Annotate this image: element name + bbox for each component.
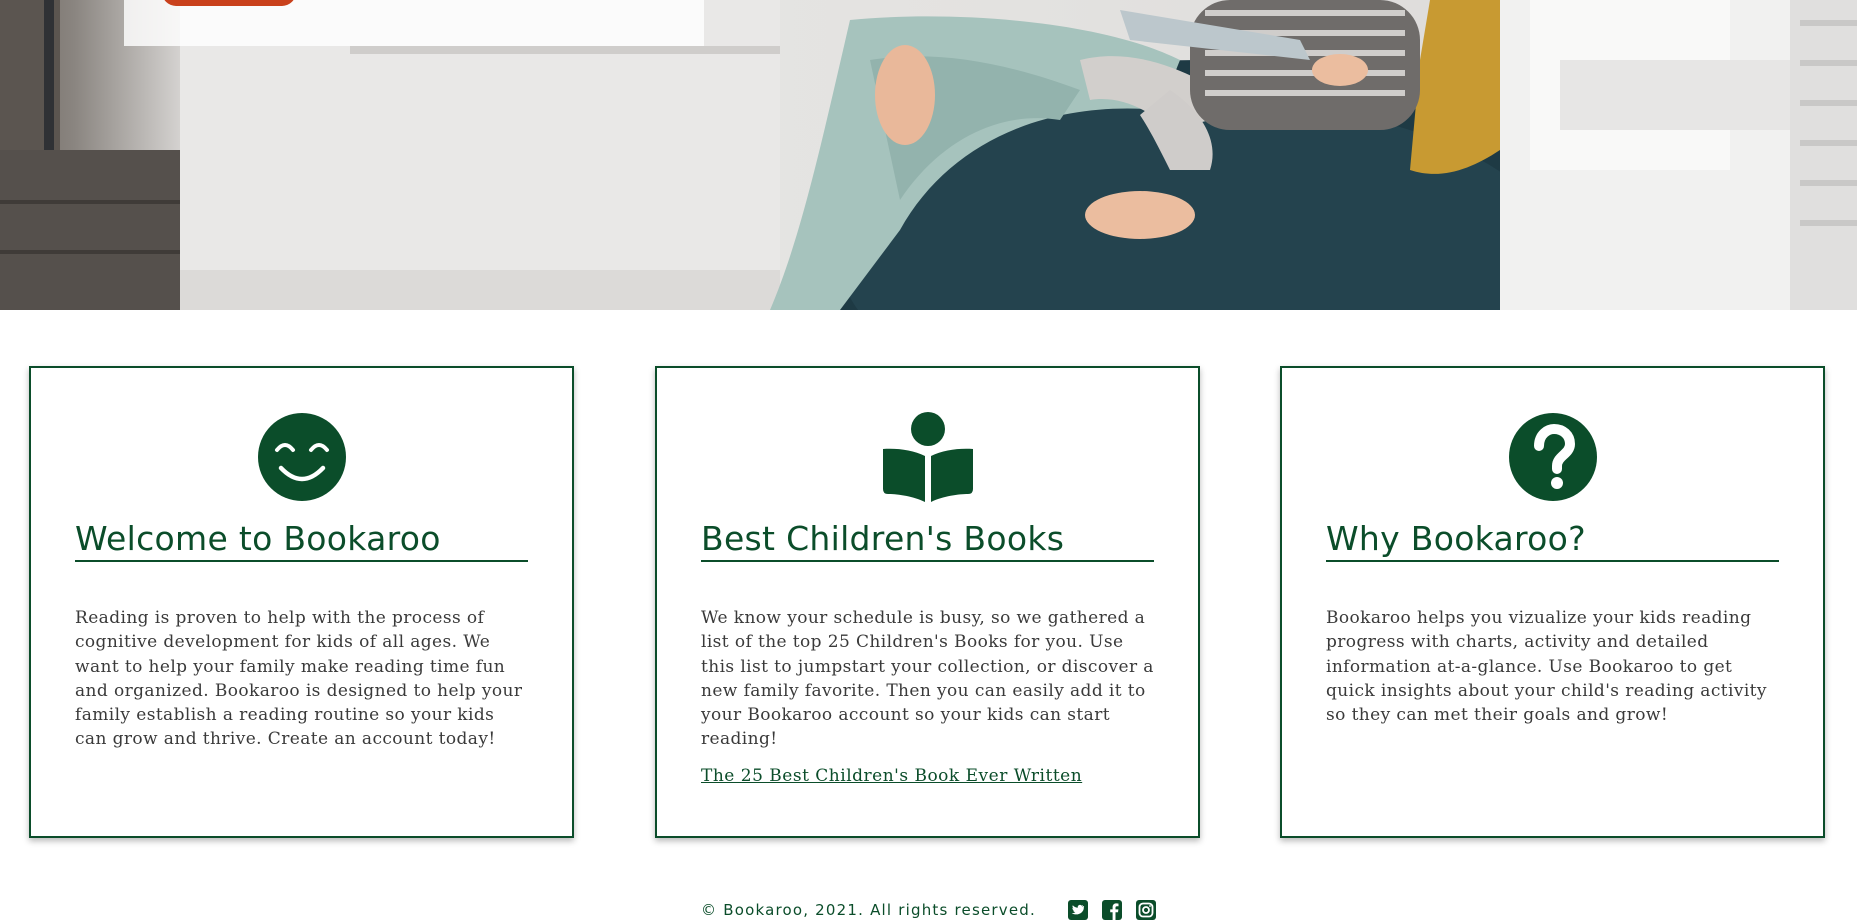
card-title: Why Bookaroo?: [1326, 520, 1779, 562]
card-title: Welcome to Bookaroo: [75, 520, 528, 562]
question-circle-icon: [1508, 413, 1597, 501]
copyright-text: © Bookaroo, 2021. All rights reserved.: [701, 901, 1036, 919]
card-body: Bookaroo helps you vizualize your kids r…: [1326, 607, 1767, 726]
card-title: Best Children's Books: [701, 520, 1154, 562]
hero-cta-button[interactable]: [162, 0, 296, 6]
twitter-icon[interactable]: [1067, 900, 1088, 920]
facebook-icon[interactable]: [1101, 900, 1122, 920]
best-books-card: Best Children's Books We know your sched…: [655, 366, 1200, 838]
hero-banner: [0, 0, 1857, 310]
hero-photo: [0, 0, 1857, 310]
book-reader-icon: [882, 412, 973, 502]
why-bookaroo-card: Why Bookaroo? Bookaroo helps you vizuali…: [1280, 366, 1825, 838]
smile-icon: [257, 413, 346, 501]
footer: © Bookaroo, 2021. All rights reserved.: [0, 896, 1857, 924]
top-books-link[interactable]: The 25 Best Children's Book Ever Written: [701, 766, 1082, 786]
hero-text-panel: [124, 0, 704, 46]
card-body: We know your schedule is busy, so we gat…: [701, 607, 1154, 750]
instagram-icon[interactable]: [1135, 900, 1156, 920]
welcome-card: Welcome to Bookaroo Reading is proven to…: [29, 366, 574, 838]
card-body: Reading is proven to help with the proce…: [75, 607, 523, 750]
